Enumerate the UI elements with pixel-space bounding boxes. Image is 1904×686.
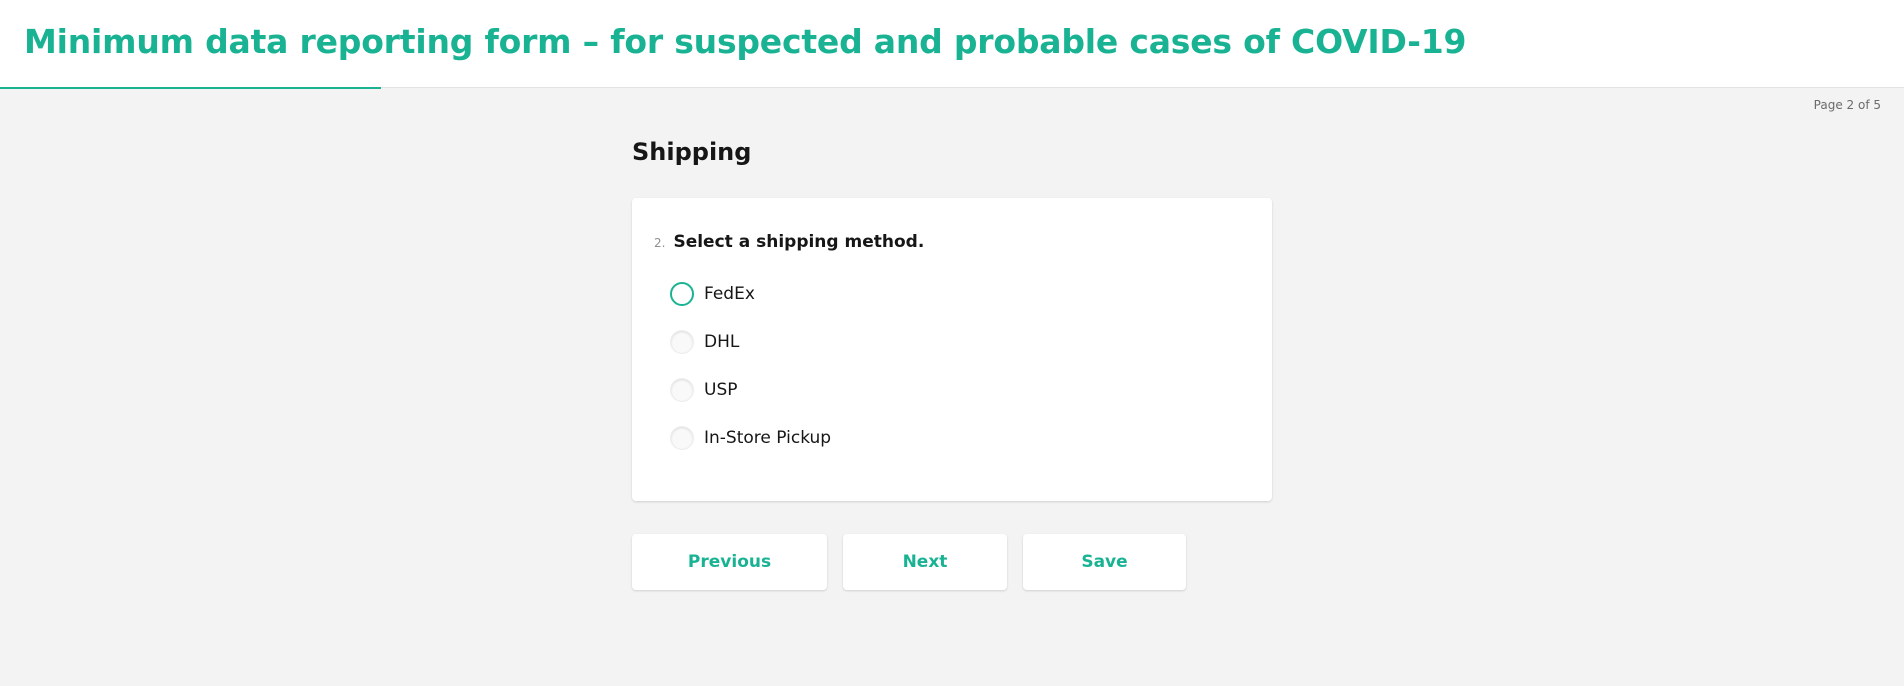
radio-option-in-store-pickup[interactable]: In-Store Pickup bbox=[670, 423, 831, 453]
radio-option-label: USP bbox=[704, 380, 738, 400]
radio-option-label: FedEx bbox=[704, 284, 755, 304]
page-title: Shipping bbox=[632, 138, 752, 166]
question-number: 2. bbox=[654, 236, 666, 250]
radio-option-label: In-Store Pickup bbox=[704, 428, 832, 448]
question-text: Select a shipping method. bbox=[673, 232, 925, 252]
page-counter: Page 2 of 5 bbox=[1813, 98, 1881, 112]
radio-option-usp[interactable]: USP bbox=[670, 375, 831, 405]
survey-page: Shipping 2. Select a shipping method. Fe… bbox=[632, 136, 1272, 590]
radio-group: FedEx DHL USP In-Store Pickup bbox=[670, 279, 831, 471]
radio-button-dhl[interactable] bbox=[670, 330, 694, 354]
radio-button-fedex[interactable] bbox=[670, 282, 694, 306]
survey-title: Minimum data reporting form – for suspec… bbox=[24, 22, 1467, 61]
save-button[interactable]: Save bbox=[1023, 534, 1186, 590]
progress-bar-fill bbox=[0, 87, 381, 89]
radio-button-usp[interactable] bbox=[670, 378, 694, 402]
question-card: 2. Select a shipping method. FedEx DHL U… bbox=[632, 198, 1272, 501]
radio-button-in-store-pickup[interactable] bbox=[670, 426, 694, 450]
survey-header: Minimum data reporting form – for suspec… bbox=[0, 0, 1904, 88]
navigation-bar: Previous Next Save bbox=[632, 534, 1202, 590]
radio-option-fedex[interactable]: FedEx bbox=[670, 279, 831, 309]
question-header: 2. Select a shipping method. bbox=[654, 232, 924, 252]
previous-button[interactable]: Previous bbox=[632, 534, 827, 590]
radio-option-dhl[interactable]: DHL bbox=[670, 327, 831, 357]
next-button[interactable]: Next bbox=[843, 534, 1007, 590]
progress-bar bbox=[0, 87, 1904, 89]
radio-option-label: DHL bbox=[704, 332, 740, 352]
